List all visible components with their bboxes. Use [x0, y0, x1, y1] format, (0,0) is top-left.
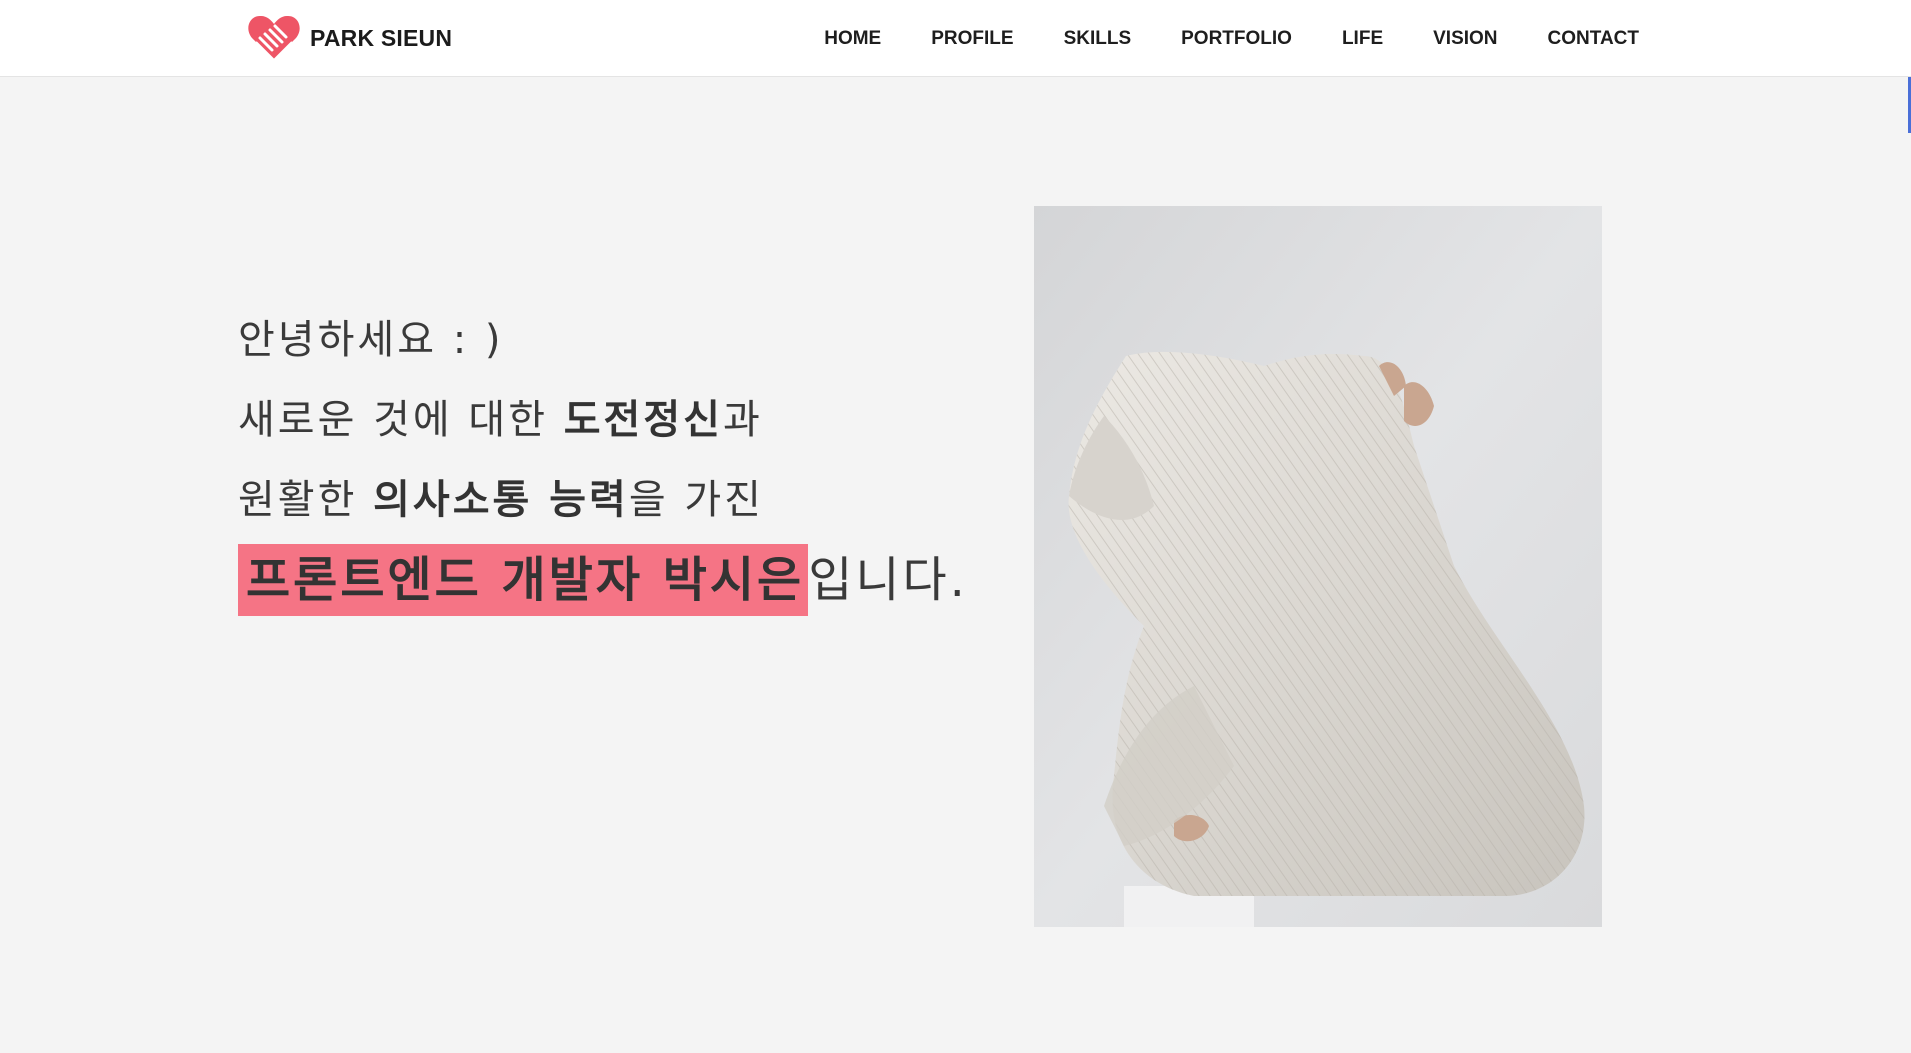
main-nav: HOME PROFILE SKILLS PORTFOLIO LIFE VISIO… — [774, 0, 1639, 77]
nav-home[interactable]: HOME — [824, 28, 881, 50]
nav-profile[interactable]: PROFILE — [931, 28, 1013, 50]
site-header: PARK SIEUN HOME PROFILE SKILLS PORTFOLIO… — [0, 0, 1911, 77]
person-in-sweater-image — [1034, 206, 1602, 927]
intro-line-2-post: 과 — [722, 397, 763, 443]
intro-line-3: 원활한 의사소통 능력을 가진 — [238, 460, 1018, 540]
nav-vision[interactable]: VISION — [1433, 28, 1497, 50]
intro-line-2: 새로운 것에 대한 도전정신과 — [238, 380, 1018, 460]
intro-line-4-post: 입니다. — [808, 552, 968, 608]
heart-handshake-icon — [248, 15, 300, 62]
intro-section: 안녕하세요 : ) 새로운 것에 대한 도전정신과 원활한 의사소통 능력을 가… — [238, 300, 1018, 623]
intro-line-3-pre: 원활한 — [238, 477, 374, 523]
highlighted-title: 프론트엔드 개발자 박시은 — [238, 544, 809, 616]
logo-link[interactable]: PARK SIEUN — [246, 12, 452, 64]
intro-line-2-pre: 새로운 것에 대한 — [238, 397, 564, 443]
nav-contact[interactable]: CONTACT — [1548, 28, 1639, 50]
intro-line-4: 프론트엔드 개발자 박시은입니다. — [238, 540, 1018, 623]
logo-text: PARK SIEUN — [310, 24, 453, 51]
nav-life[interactable]: LIFE — [1342, 28, 1383, 50]
intro-line-3-post: 을 가진 — [628, 477, 764, 523]
nav-skills[interactable]: SKILLS — [1064, 28, 1132, 50]
intro-greeting: 안녕하세요 : ) — [238, 317, 504, 363]
nav-portfolio[interactable]: PORTFOLIO — [1181, 28, 1292, 50]
intro-line-2-bold: 도전정신 — [563, 397, 723, 443]
intro-line-3-bold: 의사소통 능력 — [373, 477, 629, 523]
profile-photo — [1034, 206, 1602, 927]
